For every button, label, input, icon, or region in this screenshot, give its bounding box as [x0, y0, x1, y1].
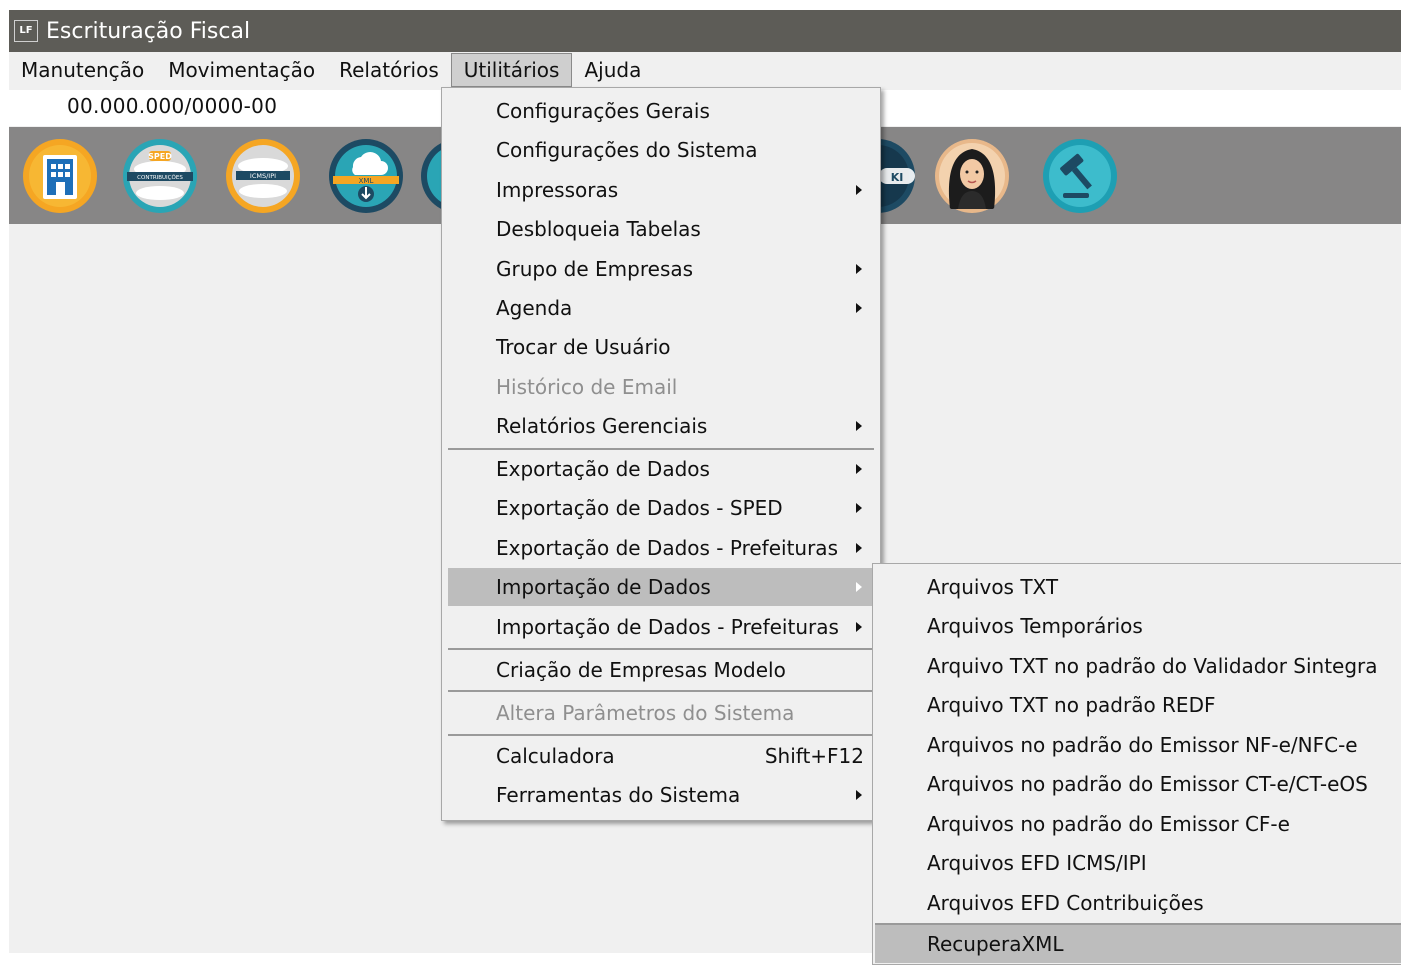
menu-bar: Manutenção Movimentação Relatórios Utili… — [9, 52, 1401, 88]
menu-item-grupo-empresas[interactable]: Grupo de Empresas — [448, 250, 874, 288]
sped-sub-label: CONTRIBUIÇÕES — [137, 174, 183, 181]
gavel-icon[interactable] — [1041, 137, 1119, 215]
title-bar: LF Escrituração Fiscal — [9, 10, 1401, 52]
submenu-arrow-icon — [856, 790, 862, 800]
menu-item-historico-email: Histórico de Email — [448, 368, 874, 406]
submenu-arrow-icon — [856, 464, 862, 474]
submenu-item-validador-sintegra[interactable]: Arquivo TXT no padrão do Validador Sinte… — [875, 647, 1401, 685]
icms-ipi-icon[interactable]: ICMS/IPI — [224, 137, 302, 215]
menu-item-label: Desbloqueia Tabelas — [496, 217, 701, 241]
submenu-arrow-icon — [856, 582, 862, 592]
menu-utilitarios[interactable]: Utilitários — [450, 53, 573, 87]
menu-item-label: Calculadora — [496, 744, 615, 768]
icms-label: ICMS/IPI — [250, 172, 276, 180]
app-logo-icon: LF — [14, 20, 38, 42]
importacao-submenu: Arquivos TXT Arquivos Temporários Arquiv… — [872, 563, 1401, 965]
avatar-assistant-icon[interactable] — [933, 137, 1011, 215]
submenu-item-arquivos-txt[interactable]: Arquivos TXT — [875, 568, 1401, 606]
company-id: 00.000.000/0000-00 — [67, 94, 278, 118]
menu-item-label: Criação de Empresas Modelo — [496, 658, 786, 682]
submenu-arrow-icon — [856, 421, 862, 431]
submenu-arrow-icon — [856, 543, 862, 553]
menu-separator — [448, 648, 874, 650]
shortcut-label: Shift+F12 — [764, 744, 864, 768]
menu-item-label: Histórico de Email — [496, 375, 678, 399]
menu-relatorios[interactable]: Relatórios — [327, 53, 451, 87]
submenu-arrow-icon — [856, 303, 862, 313]
menu-item-agenda[interactable]: Agenda — [448, 289, 874, 327]
submenu-item-recuperaxml[interactable]: RecuperaXML — [875, 925, 1401, 963]
menu-item-configuracoes-gerais[interactable]: Configurações Gerais — [448, 92, 874, 130]
company-icon[interactable] — [21, 137, 99, 215]
menu-item-calculadora[interactable]: Calculadora Shift+F12 — [448, 737, 874, 775]
submenu-arrow-icon — [856, 622, 862, 632]
menu-separator — [448, 690, 874, 692]
submenu-item-emissor-nfe[interactable]: Arquivos no padrão do Emissor NF-e/NFC-e — [875, 726, 1401, 764]
submenu-item-emissor-cfe[interactable]: Arquivos no padrão do Emissor CF-e — [875, 805, 1401, 843]
menu-item-label: Importação de Dados — [496, 575, 711, 599]
menu-item-configuracoes-sistema[interactable]: Configurações do Sistema — [448, 131, 874, 169]
menu-item-impressoras[interactable]: Impressoras — [448, 171, 874, 209]
menu-item-label: Exportação de Dados - SPED — [496, 496, 783, 520]
utilitarios-menu: Configurações Gerais Configurações do Si… — [441, 87, 881, 821]
submenu-item-redf[interactable]: Arquivo TXT no padrão REDF — [875, 686, 1401, 724]
menu-item-exportacao-dados[interactable]: Exportação de Dados — [448, 450, 874, 488]
menu-separator — [448, 734, 874, 736]
menu-item-label: Importação de Dados - Prefeituras — [496, 615, 839, 639]
menu-item-ferramentas-sistema[interactable]: Ferramentas do Sistema — [448, 776, 874, 814]
submenu-item-emissor-cte[interactable]: Arquivos no padrão do Emissor CT-e/CT-eO… — [875, 765, 1401, 803]
menu-item-importacao-dados[interactable]: Importação de Dados — [448, 568, 874, 606]
submenu-arrow-icon — [856, 503, 862, 513]
menu-item-trocar-usuario[interactable]: Trocar de Usuário — [448, 328, 874, 366]
submenu-item-arquivos-temporarios[interactable]: Arquivos Temporários — [875, 607, 1401, 645]
sped-badge: SPED — [148, 152, 172, 161]
window-title: Escrituração Fiscal — [46, 18, 251, 44]
partial-label: KI — [891, 171, 904, 184]
menu-item-label: Configurações do Sistema — [496, 138, 758, 162]
menu-item-label: Grupo de Empresas — [496, 257, 694, 281]
submenu-item-efd-contribuicoes[interactable]: Arquivos EFD Contribuições — [875, 884, 1401, 922]
menu-item-importacao-prefeituras[interactable]: Importação de Dados - Prefeituras — [448, 608, 874, 646]
menu-item-exportacao-prefeituras[interactable]: Exportação de Dados - Prefeituras — [448, 529, 874, 567]
submenu-item-efd-icms-ipi[interactable]: Arquivos EFD ICMS/IPI — [875, 844, 1401, 882]
xml-download-icon[interactable]: XML — [327, 137, 405, 215]
menu-item-label: Configurações Gerais — [496, 99, 710, 123]
menu-item-criacao-empresas-modelo[interactable]: Criação de Empresas Modelo — [448, 651, 874, 689]
submenu-arrow-icon — [856, 185, 862, 195]
menu-item-relatorios-gerenciais[interactable]: Relatórios Gerenciais — [448, 407, 874, 445]
xml-label: XML — [359, 177, 374, 185]
menu-item-label: Altera Parâmetros do Sistema — [496, 701, 795, 725]
menu-item-label: Exportação de Dados — [496, 457, 710, 481]
menu-ajuda[interactable]: Ajuda — [572, 53, 653, 87]
submenu-arrow-icon — [856, 264, 862, 274]
menu-manutencao[interactable]: Manutenção — [9, 53, 156, 87]
menu-item-exportacao-sped[interactable]: Exportação de Dados - SPED — [448, 489, 874, 527]
menu-item-label: Agenda — [496, 296, 573, 320]
menu-item-label: Impressoras — [496, 178, 619, 202]
menu-item-label: Relatórios Gerenciais — [496, 414, 708, 438]
menu-item-label: Ferramentas do Sistema — [496, 783, 741, 807]
sped-contribuicoes-icon[interactable]: SPED CONTRIBUIÇÕES — [121, 137, 199, 215]
menu-movimentacao[interactable]: Movimentação — [156, 53, 327, 87]
menu-item-altera-parametros: Altera Parâmetros do Sistema — [448, 694, 874, 732]
menu-item-label: Exportação de Dados - Prefeituras — [496, 536, 838, 560]
menu-item-desbloqueia-tabelas[interactable]: Desbloqueia Tabelas — [448, 210, 874, 248]
menu-item-label: Trocar de Usuário — [496, 335, 671, 359]
